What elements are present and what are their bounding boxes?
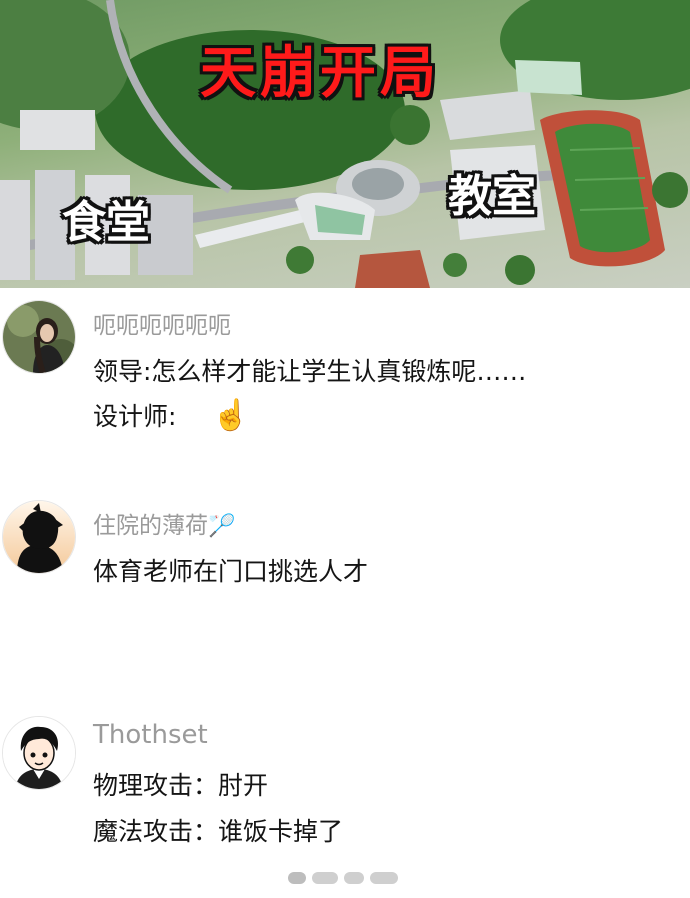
anime-silhouette-avatar[interactable] (2, 500, 76, 574)
comment-text-line: 物理攻击：肘开 (93, 771, 269, 800)
comment-text-line: 魔法攻击：谁饭卡掉了 (93, 817, 344, 846)
comment-text-segment: 设计师: (93, 402, 177, 431)
comment-text-line: 设计师: ☝️ (93, 397, 250, 433)
girl-photo-avatar[interactable] (2, 300, 76, 374)
pointing-up-emoji-icon: ☝️ (212, 398, 250, 433)
cartoon-boy-avatar[interactable] (2, 716, 76, 790)
court (355, 250, 430, 288)
badminton-emoji-icon: 🏸 (208, 514, 236, 539)
comment-text-line: 领导:怎么样才能让学生认真锻炼呢…… (93, 357, 527, 386)
comment-username-text: 住院的薄荷 (93, 513, 208, 539)
comment-username[interactable]: 住院的薄荷🏸 (93, 506, 235, 540)
building (0, 180, 30, 280)
hero-title: 天崩开局 (200, 41, 440, 106)
classroom-label: 教室 (448, 171, 536, 222)
running-track (540, 110, 665, 267)
campus-aerial-image: 天崩开局 食堂 教室 (0, 0, 690, 288)
comment-username[interactable]: 呃呃呃呃呃呃 (93, 306, 231, 340)
comment-username[interactable]: Thothset (93, 720, 208, 750)
building (20, 110, 95, 150)
classroom-building (440, 90, 535, 140)
classroom-roof (515, 60, 582, 95)
page-indicator (288, 868, 408, 888)
round-building-top (352, 168, 404, 200)
comment-text-line: 体育老师在门口挑选人才 (93, 557, 369, 586)
canteen-label: 食堂 (62, 197, 150, 248)
